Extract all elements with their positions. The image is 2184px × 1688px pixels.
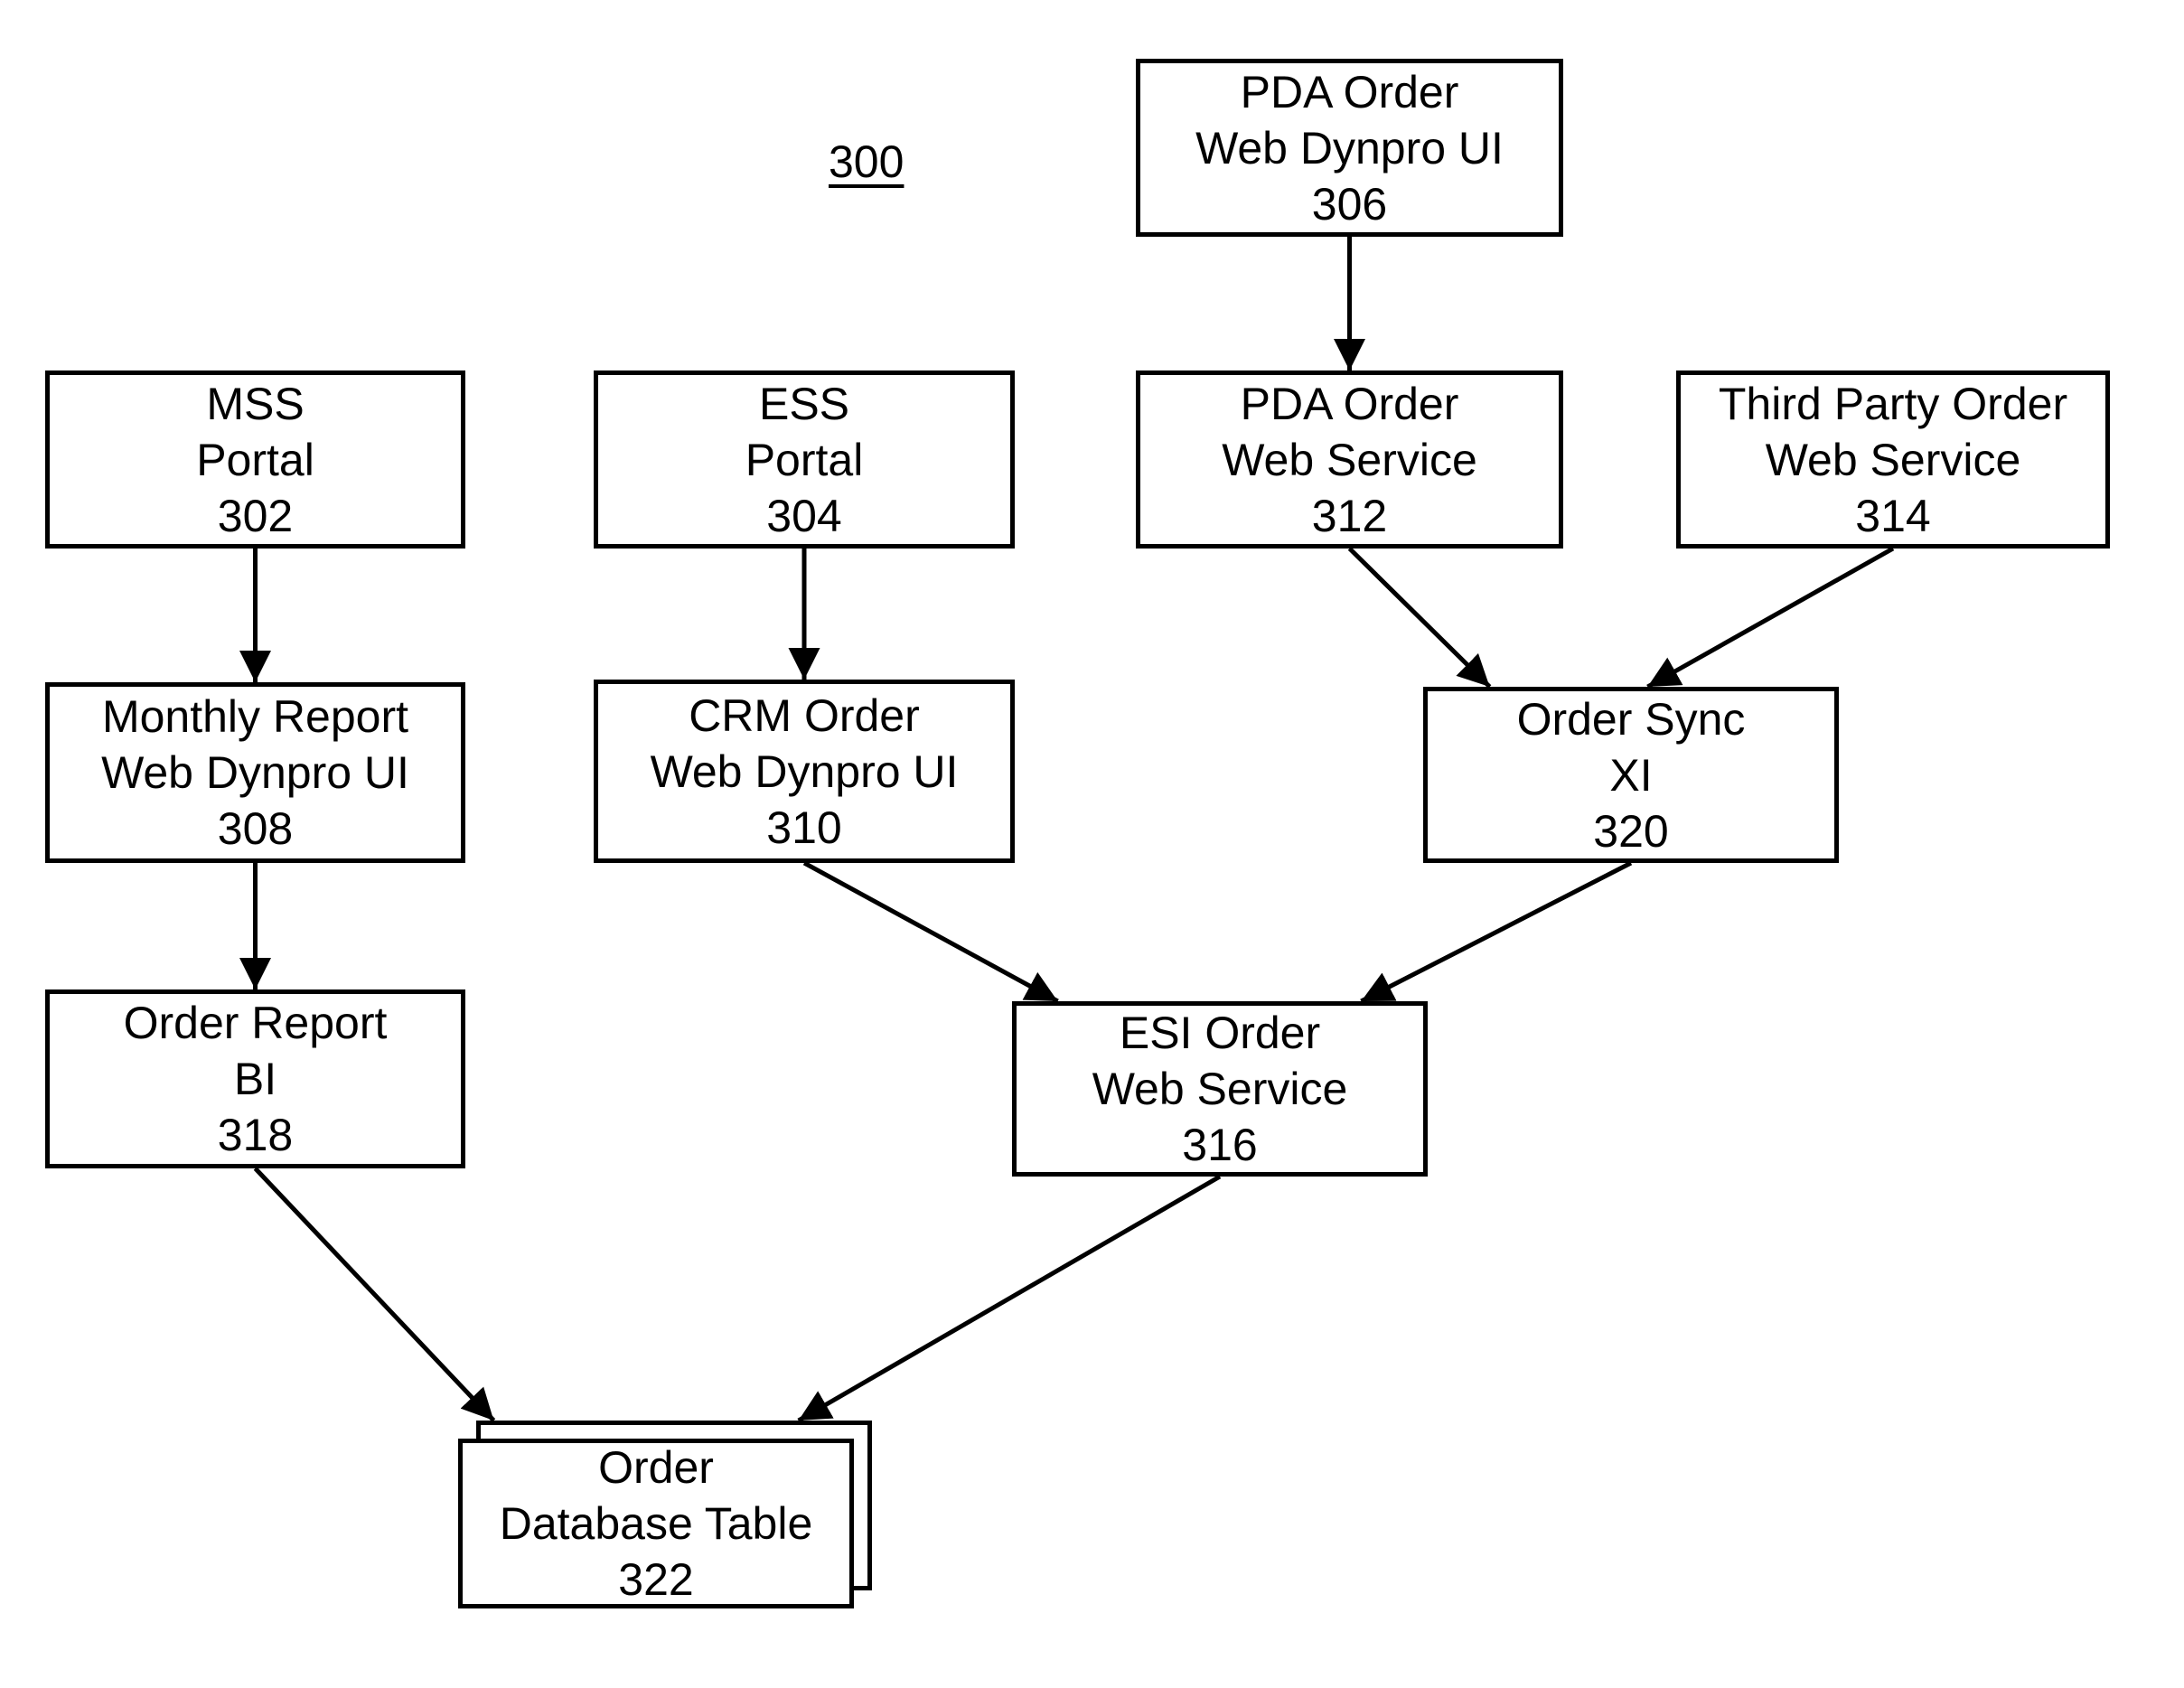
node-line: BI: [233, 1054, 277, 1104]
node-ref-number: 312: [1311, 490, 1388, 541]
node-mss-portal: MSS Portal 302: [45, 370, 465, 549]
node-pda-order-web-dynpro-ui: PDA Order Web Dynpro UI 306: [1136, 59, 1563, 237]
node-ref-number: 308: [217, 803, 294, 854]
node-ref-number: 304: [766, 490, 842, 541]
node-line: XI: [1609, 749, 1653, 801]
node-order-database-table: Order Database Table 322: [458, 1439, 854, 1608]
node-line: Database Table: [499, 1498, 813, 1549]
node-ref-number: 322: [618, 1554, 694, 1605]
node-line: PDA Order: [1240, 66, 1459, 117]
node-line: Web Dynpro UI: [650, 746, 959, 797]
node-line: Third Party Order: [1718, 378, 2068, 429]
node-ref-number: 314: [1855, 490, 1931, 541]
node-crm-order-web-dynpro-ui: CRM Order Web Dynpro UI 310: [594, 680, 1015, 863]
edge-316-to-322: [797, 1174, 1222, 1423]
node-line: Web Service: [1092, 1064, 1348, 1114]
edge-314-to-320: [1646, 546, 1895, 689]
node-line: Portal: [196, 434, 314, 485]
node-line: ESI Order: [1119, 1008, 1321, 1058]
node-esi-order-web-service: ESI Order Web Service 316: [1012, 1001, 1428, 1177]
node-ref-number: 310: [766, 802, 842, 853]
node-ess-portal: ESS Portal 304: [594, 370, 1015, 549]
node-line: Order: [598, 1442, 714, 1493]
node-line: ESS: [758, 378, 850, 429]
figure-label: 300: [829, 136, 905, 187]
node-line: PDA Order: [1240, 378, 1459, 429]
node-line: Order Report: [123, 998, 388, 1048]
node-third-party-order-web-service: Third Party Order Web Service 314: [1676, 370, 2110, 549]
node-line: MSS: [206, 378, 305, 429]
diagram-canvas: 300 PDA Order Web Dynpro UI 306 MSS Port…: [0, 0, 2184, 1688]
node-monthly-report-web-dynpro-ui: Monthly Report Web Dynpro UI 308: [45, 682, 465, 863]
node-line: Web Service: [1222, 434, 1477, 485]
node-line: Web Dynpro UI: [101, 747, 409, 798]
node-line: Order Sync: [1516, 693, 1746, 745]
node-order-report-bi: Order Report BI 318: [45, 989, 465, 1168]
edge-312-to-320: [1347, 547, 1492, 689]
node-line: Web Service: [1765, 434, 2021, 485]
node-line: Web Dynpro UI: [1195, 122, 1504, 173]
edge-318-to-322: [253, 1167, 496, 1422]
node-ref-number: 320: [1593, 805, 1669, 857]
node-order-sync-xi: Order Sync XI 320: [1423, 687, 1839, 863]
node-ref-number: 302: [217, 490, 294, 541]
node-ref-number: 318: [217, 1110, 294, 1160]
node-line: CRM Order: [689, 689, 920, 741]
edge-320-to-316: [1360, 860, 1633, 1004]
node-pda-order-web-service: PDA Order Web Service 312: [1136, 370, 1563, 549]
node-line: Portal: [745, 434, 864, 485]
node-ref-number: 306: [1311, 178, 1388, 230]
edge-310-to-316: [802, 860, 1059, 1004]
node-ref-number: 316: [1182, 1120, 1258, 1170]
node-line: Monthly Report: [101, 691, 409, 742]
